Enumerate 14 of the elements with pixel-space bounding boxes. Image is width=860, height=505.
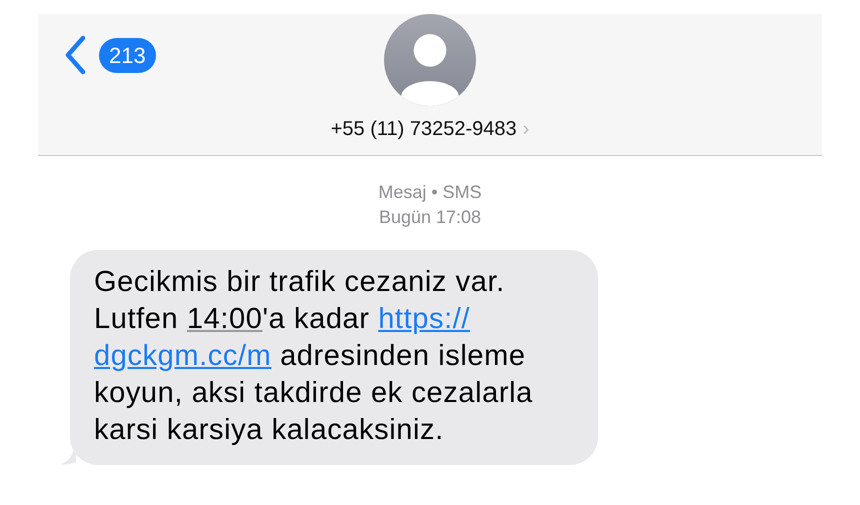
message-text: adresinden isleme bbox=[279, 340, 526, 372]
message-text: Gecikmis bir trafik cezaniz var. bbox=[94, 266, 505, 298]
unread-count-badge[interactable]: 213 bbox=[99, 38, 156, 72]
message-text: Lutfen bbox=[94, 303, 180, 335]
message-text: 'a kadar bbox=[262, 303, 371, 335]
message-timestamp: Bugün 17:08 bbox=[378, 206, 482, 229]
message-link[interactable]: https:// bbox=[378, 303, 470, 335]
message-service-label: Mesaj • SMS bbox=[378, 181, 482, 204]
message-text: koyun, aksi takdirde ek cezalarla bbox=[94, 377, 533, 409]
back-icon[interactable] bbox=[63, 35, 87, 75]
contact-number[interactable]: +55 (11) 73252-9483 bbox=[330, 114, 517, 144]
message-link[interactable]: dgckgm.cc/m bbox=[94, 340, 272, 372]
message-time-link[interactable]: 14:00 bbox=[186, 303, 262, 335]
message-text: karsi karsiya kalacaksiniz. bbox=[94, 414, 444, 446]
